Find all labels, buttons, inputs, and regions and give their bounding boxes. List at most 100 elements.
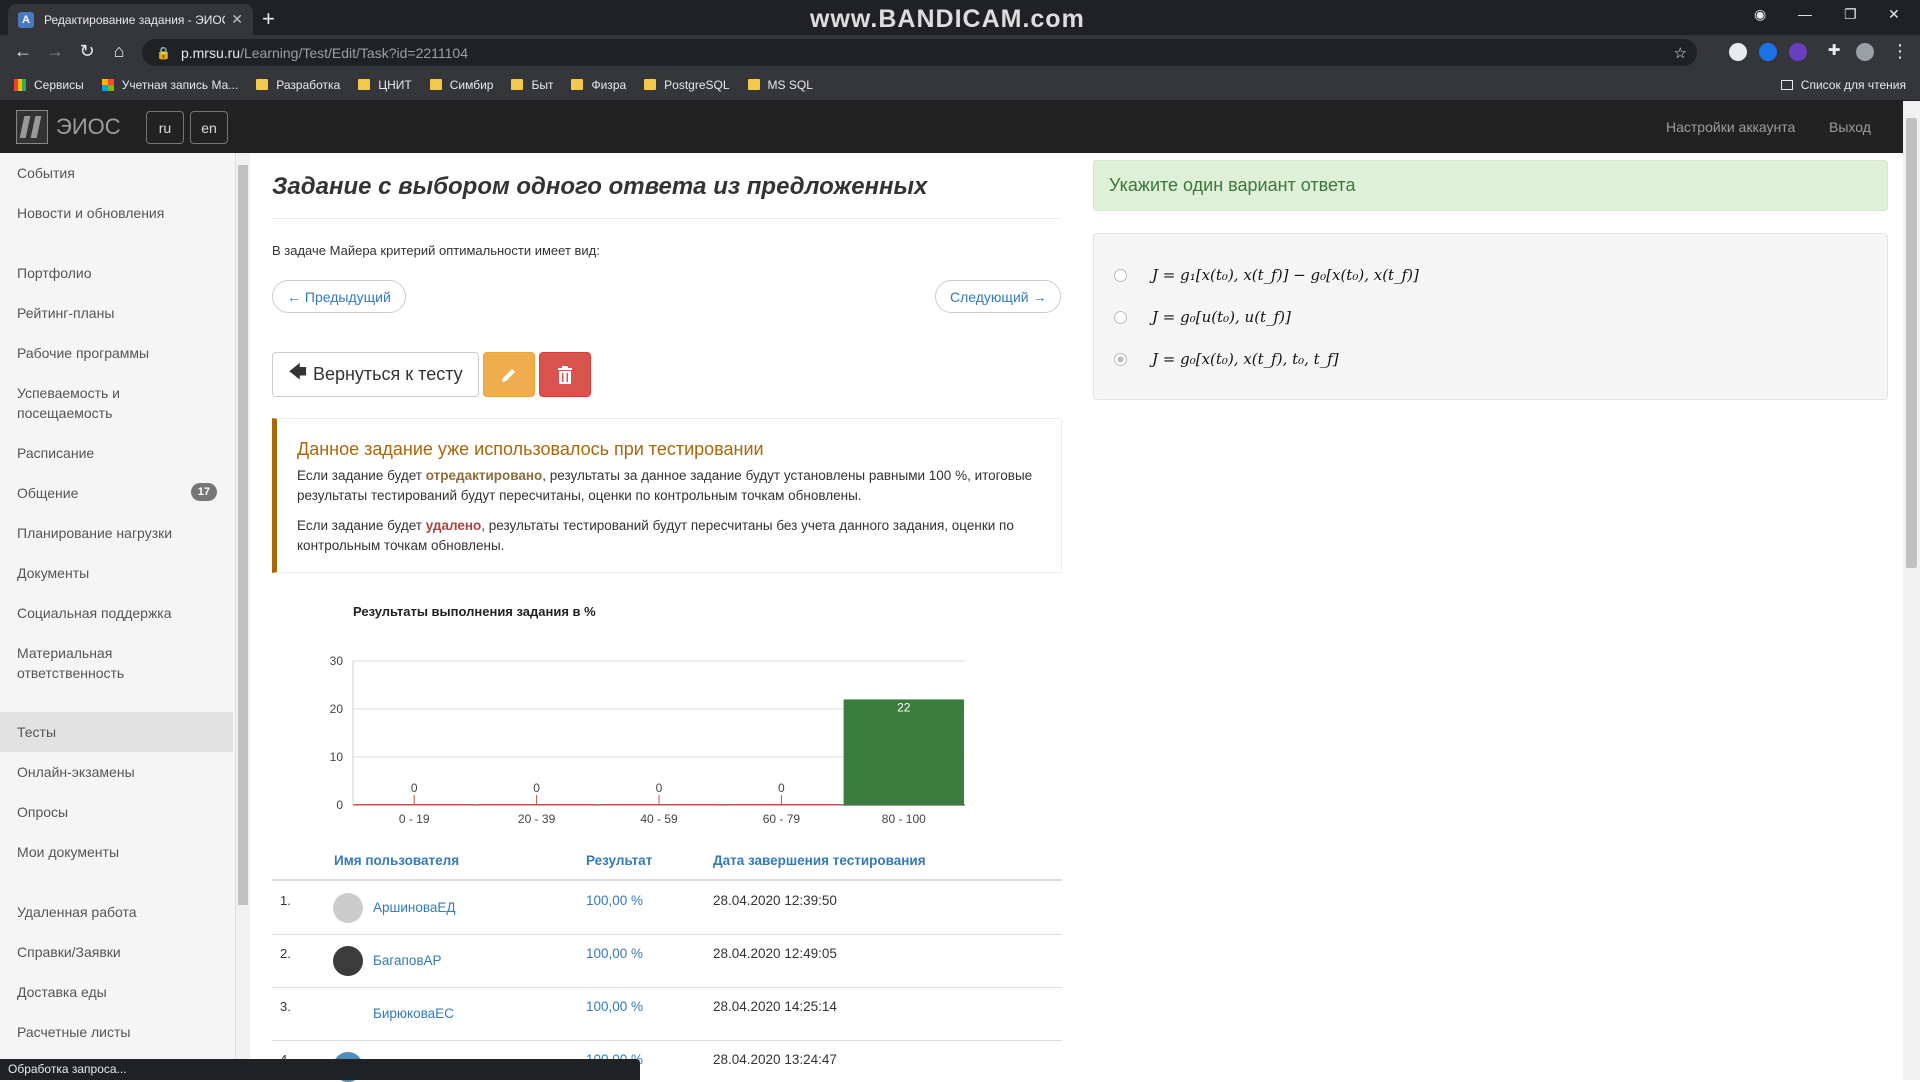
row-number: 2. <box>280 946 291 961</box>
data-label: 0 <box>656 781 663 795</box>
result-link[interactable]: 100,00 % <box>586 946 643 961</box>
radio-button[interactable] <box>1114 310 1127 324</box>
warning-title: Данное задание уже использовалось при те… <box>297 439 764 459</box>
data-label: 0 <box>533 781 540 795</box>
sidebar-item-liability[interactable]: Материальная ответственность <box>0 643 150 683</box>
sidebar-item-online-exams[interactable]: Онлайн-экзамены <box>0 762 233 782</box>
x-tick-label: 20 - 39 <box>518 812 556 825</box>
prev-button[interactable]: ← Предыдущий <box>272 280 406 313</box>
sidebar-item-remote-work[interactable]: Удаленная работа <box>0 902 233 922</box>
row-number: 3. <box>280 999 291 1014</box>
sidebar-item-food[interactable]: Доставка еды <box>0 982 233 1002</box>
warning-delete-text: Если задание будет удалено, результаты т… <box>297 518 1014 553</box>
site-logo[interactable]: ЭИОС <box>16 110 121 144</box>
sidebar-item-events[interactable]: События <box>0 163 233 183</box>
answer-option[interactable]: J = g₀[u(t₀), u(t_f)] <box>1114 308 1291 326</box>
folder-icon <box>644 79 657 90</box>
new-tab-button[interactable]: + <box>262 6 275 32</box>
site-favicon-icon: А <box>18 11 34 28</box>
forward-arrow-icon[interactable]: → <box>43 41 67 62</box>
sidebar-item-social[interactable]: Социальная поддержка <box>0 603 233 623</box>
user-link[interactable]: БагаповАР <box>373 953 442 968</box>
bookmark-folder[interactable]: Физра <box>571 78 626 92</box>
sidebar-item-schedule[interactable]: Расписание <box>0 443 233 463</box>
sidebar-item-programs[interactable]: Рабочие программы <box>0 343 233 363</box>
bookmark-folder[interactable]: ЦНИТ <box>358 78 412 92</box>
formula: J = g₀[x(t₀), x(t_f), t₀, t_f] <box>1152 350 1339 368</box>
user-link[interactable]: БирюковаЕС <box>373 1006 454 1021</box>
sidebar-item-my-documents[interactable]: Мои документы <box>0 842 233 862</box>
address-bar[interactable]: 🔒 p.mrsu.ru /Learning/Test/Edit/Task?id=… <box>142 39 1697 66</box>
sidebar-item-progress[interactable]: Успеваемость и посещаемость <box>0 383 150 423</box>
sidebar-item-portfolio[interactable]: Портфолио <box>0 263 233 283</box>
result-link[interactable]: 100,00 % <box>586 999 643 1014</box>
reading-list-button[interactable]: Список для чтения <box>1780 78 1906 92</box>
radio-button[interactable] <box>1114 268 1127 282</box>
col-result-header[interactable]: Результат <box>586 853 652 868</box>
home-icon[interactable]: ⌂ <box>107 41 131 62</box>
sidebar-item-news[interactable]: Новости и обновления <box>0 203 233 223</box>
window-close-button[interactable]: ✕ <box>1888 6 1900 23</box>
delete-button[interactable] <box>539 352 591 397</box>
answer-option[interactable]: J = g₁[x(t₀), x(t_f)] − g₀[x(t₀), x(t_f)… <box>1114 266 1419 284</box>
browser-toolbar: ← → ↻ ⌂ 🔒 p.mrsu.ru /Learning/Test/Edit/… <box>0 35 1920 69</box>
account-settings-link[interactable]: Настройки аккаунта <box>1666 119 1795 135</box>
reload-icon[interactable]: ↻ <box>75 41 99 62</box>
divider <box>272 218 1062 219</box>
extension-icon[interactable] <box>1759 43 1777 61</box>
logout-link[interactable]: Выход <box>1829 119 1871 135</box>
x-tick-label: 40 - 59 <box>640 812 678 825</box>
back-to-test-label: Вернуться к тесту <box>312 364 463 384</box>
close-icon[interactable]: ✕ <box>231 11 243 28</box>
extension-icon[interactable] <box>1729 43 1747 61</box>
folder-icon <box>571 79 584 90</box>
bookmark-folder[interactable]: Симбир <box>429 78 493 92</box>
bookmark-apps[interactable]: Сервисы <box>14 78 84 92</box>
sidebar-item-workload[interactable]: Планирование нагрузки <box>0 523 233 543</box>
x-tick-label: 0 - 19 <box>399 812 430 825</box>
lang-ru-button[interactable]: ru <box>146 111 184 144</box>
extension-icon[interactable] <box>1789 43 1807 61</box>
warning-edit-text: Если задание будет отредактировано, резу… <box>297 468 1033 503</box>
completion-date: 28.04.2020 12:39:50 <box>713 893 837 908</box>
lang-en-button[interactable]: en <box>190 111 228 144</box>
sidebar-item-messages[interactable]: Общение 17 <box>0 483 233 503</box>
page-scrollbar-thumb[interactable] <box>1906 118 1917 568</box>
puzzle-icon[interactable]: ✚ <box>1822 41 1846 59</box>
y-tick-label: 20 <box>330 702 344 716</box>
microsoft-icon <box>101 78 114 91</box>
browser-tab[interactable]: А Редактирование задания - ЭИОС ✕ <box>8 4 253 35</box>
sidebar-item-rating-plans[interactable]: Рейтинг-планы <box>0 303 233 323</box>
sidebar-item-documents[interactable]: Документы <box>0 563 233 583</box>
minimize-button[interactable]: — <box>1798 6 1812 22</box>
sidebar-scrollbar-thumb[interactable] <box>238 165 248 905</box>
result-link[interactable]: 100,00 % <box>586 893 643 908</box>
profile-dropdown-icon[interactable]: ◉ <box>1754 6 1766 23</box>
bookmark-folder[interactable]: PostgreSQL <box>644 78 730 92</box>
sidebar-item-requests[interactable]: Справки/Заявки <box>0 942 233 962</box>
next-button[interactable]: Следующий → <box>935 280 1062 313</box>
back-arrow-icon[interactable]: ← <box>11 41 35 62</box>
sidebar-item-tests[interactable]: Тесты <box>0 712 233 752</box>
avatar-icon[interactable] <box>1856 43 1874 61</box>
bookmark-folder[interactable]: MS SQL <box>747 78 813 92</box>
bookmark-account[interactable]: Учетная запись Ма... <box>101 78 238 92</box>
sidebar-item-surveys[interactable]: Опросы <box>0 802 233 822</box>
bookmark-star-icon[interactable]: ☆ <box>1674 44 1687 62</box>
data-label: 0 <box>411 781 418 795</box>
sidebar-item-payslips[interactable]: Расчетные листы <box>0 1022 233 1042</box>
radio-button-selected[interactable] <box>1114 352 1127 366</box>
bookmark-folder[interactable]: Быт <box>511 78 553 92</box>
answer-option[interactable]: J = g₀[x(t₀), x(t_f), t₀, t_f] <box>1114 350 1339 368</box>
edit-button[interactable] <box>483 352 535 397</box>
col-user-header[interactable]: Имя пользователя <box>334 853 459 868</box>
col-date-header[interactable]: Дата завершения тестирования <box>713 853 926 868</box>
answer-instruction: Укажите один вариант ответа <box>1093 160 1888 211</box>
menu-icon[interactable]: ⋮ <box>1888 41 1912 62</box>
formula: J = g₀[u(t₀), u(t_f)] <box>1152 308 1291 326</box>
user-link[interactable]: АршиноваЕД <box>373 900 456 915</box>
bookmark-folder[interactable]: Разработка <box>256 78 340 92</box>
back-to-test-button[interactable]: 🡄 Вернуться к тесту <box>272 352 479 397</box>
folder-icon <box>747 79 760 90</box>
restore-button[interactable]: ❐ <box>1844 6 1857 23</box>
